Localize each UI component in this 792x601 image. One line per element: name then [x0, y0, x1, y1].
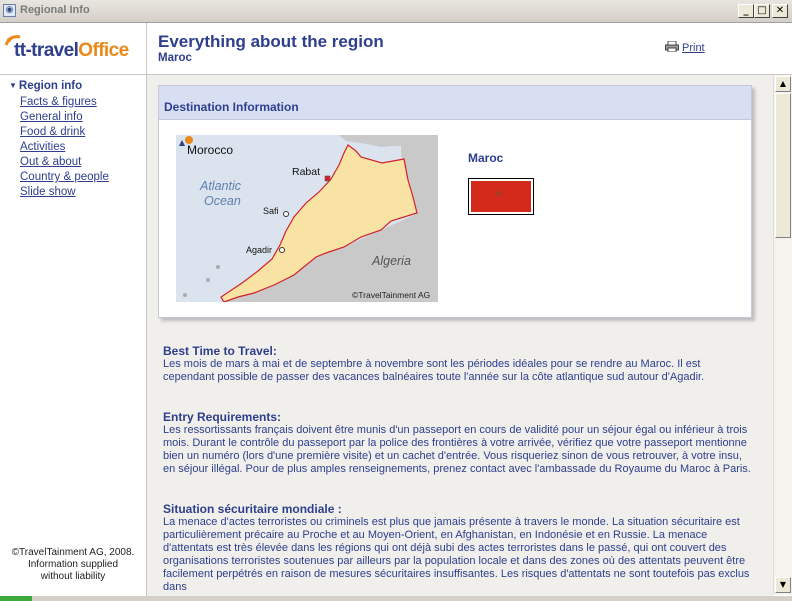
print-link[interactable]: Print: [665, 41, 705, 54]
section-text: Les mois de mars à mai et de septembre à…: [163, 358, 705, 383]
country-name: Maroc: [468, 151, 504, 165]
maximize-button[interactable]: □: [754, 4, 770, 18]
disclaimer-line-1: Information supplied: [27, 559, 119, 570]
destination-heading: Destination Information: [164, 100, 299, 114]
scroll-up-button[interactable]: ▲: [775, 76, 791, 92]
sidebar-item-activities[interactable]: Activities: [20, 140, 109, 155]
status-indicator: [0, 596, 32, 601]
sidebar-item-slide-show[interactable]: Slide show: [20, 185, 109, 200]
status-strip: [0, 596, 792, 601]
sidebar-item-country-people[interactable]: Country & people: [20, 170, 109, 185]
copyright-text: ©TravelTainment AG, 2008.: [11, 547, 135, 558]
logo-prefix: tt-travel: [14, 40, 79, 61]
map-island: [206, 278, 210, 282]
map-title: Morocco: [187, 143, 233, 157]
section-security: Situation sécuritaire mondiale : La mena…: [163, 502, 753, 594]
map-credit: ©TravelTainment AG: [352, 290, 430, 300]
sidebar-item-general-info[interactable]: General info: [20, 110, 109, 125]
map-ocean-label-1: Atlantic: [199, 179, 242, 193]
pentagram-icon: ☆: [494, 189, 504, 199]
sidebar-footer: ©TravelTainment AG, 2008. Information su…: [0, 547, 146, 583]
triangle-down-icon: ▼: [779, 580, 787, 589]
page-header: Everything about the region Maroc Print: [147, 23, 792, 75]
map-city-rabat: Rabat: [292, 166, 320, 178]
main-content[interactable]: Destination Information Morocco Atlantic: [147, 75, 773, 601]
map-island: [183, 293, 187, 297]
section-heading: Best Time to Travel:: [163, 344, 277, 358]
section-entry-requirements: Entry Requirements: Les ressortissants f…: [163, 410, 753, 476]
sidebar-nav: Facts & figures General info Food & drin…: [20, 95, 109, 200]
sidebar: tt-travelOffice ▼ Region info Facts & fig…: [0, 23, 147, 601]
page-subtitle: Maroc: [158, 52, 192, 64]
map-island: [216, 265, 220, 269]
map-capital-marker: [324, 175, 331, 182]
window-title-bar[interactable]: ◉ Regional Info _ □ ✕: [0, 0, 792, 23]
printer-icon: [665, 41, 679, 52]
sidebar-item-food-drink[interactable]: Food & drink: [20, 125, 109, 140]
close-button[interactable]: ✕: [772, 4, 788, 18]
map-ocean-label-2: Ocean: [204, 194, 241, 208]
vertical-scrollbar[interactable]: ▲ ▼: [773, 75, 792, 595]
logo-suffix: Office: [78, 40, 129, 61]
disclaimer-line-2: without liability: [40, 571, 106, 582]
minimize-button[interactable]: _: [738, 4, 754, 18]
map-city-agadir: Agadir: [246, 245, 272, 255]
triangle-down-icon: ▼: [9, 81, 17, 90]
scroll-down-button[interactable]: ▼: [775, 577, 791, 593]
sidebar-item-facts-figures[interactable]: Facts & figures: [20, 95, 109, 110]
section-text: La menace d'actes terroristes ou crimine…: [163, 516, 750, 593]
globe-window-icon: ◉: [3, 4, 16, 17]
close-icon: ✕: [775, 5, 785, 16]
sidebar-section-title[interactable]: ▼ Region info: [9, 80, 82, 92]
map-city-marker: [279, 247, 285, 253]
flag-image: ☆: [468, 178, 534, 215]
maximize-icon: □: [757, 5, 767, 16]
section-best-time: Best Time to Travel: Les mois de mars à …: [163, 344, 753, 384]
section-heading: Entry Requirements:: [163, 410, 282, 424]
minimize-icon: _: [743, 5, 749, 16]
page-title: Everything about the region: [158, 32, 384, 51]
map-neighbor-label: Algeria: [371, 254, 411, 268]
map-city-safi: Safi: [263, 206, 279, 216]
sidebar-item-out-about[interactable]: Out & about: [20, 155, 109, 170]
destination-card: Destination Information Morocco Atlantic: [158, 85, 752, 318]
sidebar-divider: [0, 74, 146, 75]
scrollbar-thumb[interactable]: [775, 93, 791, 238]
section-text: Les ressortissants français doivent être…: [163, 424, 751, 475]
triangle-up-icon: ▲: [779, 79, 787, 88]
destination-card-header: Destination Information: [159, 86, 751, 120]
morocco-map: Morocco Atlantic Ocean Rabat Safi Agadir…: [176, 135, 438, 302]
window-title: Regional Info: [20, 4, 90, 16]
section-heading: Situation sécuritaire mondiale :: [163, 502, 342, 516]
map-city-marker: [283, 211, 289, 217]
